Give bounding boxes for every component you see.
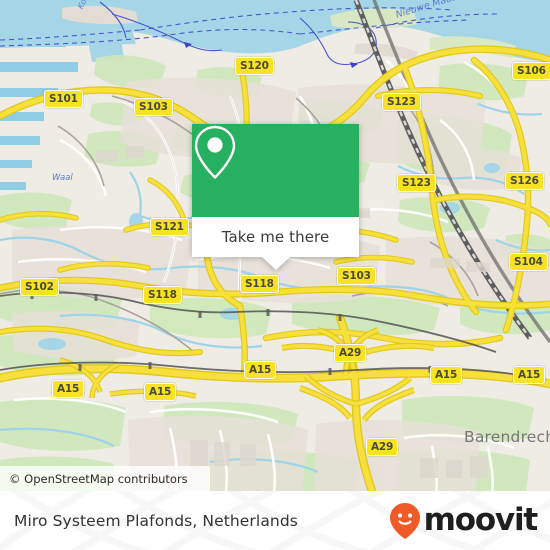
- page-footer: Miro Systeem Plafonds, Netherlands moovi…: [0, 491, 550, 550]
- take-me-there-label: Take me there: [221, 228, 330, 246]
- road-shield-s103-north: S103: [134, 98, 173, 116]
- road-shield-s123-north: S123: [382, 93, 421, 111]
- road-shield-a15-center: A15: [244, 361, 277, 379]
- road-shield-s123-south: S123: [397, 174, 436, 192]
- road-shield-s118-west: S118: [143, 286, 182, 304]
- map-attribution[interactable]: © OpenStreetMap contributors: [0, 466, 210, 491]
- road-shield-s102: S102: [20, 278, 59, 296]
- road-shield-s121: S121: [150, 218, 189, 236]
- road-shield-a15-west: A15: [52, 380, 85, 398]
- moovit-pin-icon: [389, 502, 420, 539]
- road-shield-s126: S126: [505, 172, 544, 190]
- road-shield-s106: S106: [512, 62, 550, 80]
- road-shield-s120: S120: [235, 57, 274, 75]
- road-shield-a15-east: A15: [430, 366, 463, 384]
- road-shield-s118-center: S118: [240, 275, 279, 293]
- location-popup[interactable]: Take me there: [192, 124, 359, 270]
- moovit-wordmark: moovit: [423, 502, 539, 538]
- road-shield-s103-center: S103: [337, 267, 376, 285]
- road-shield-s101: S101: [44, 90, 83, 108]
- attribution-text: © OpenStreetMap contributors: [9, 471, 188, 486]
- moovit-logo[interactable]: moovit: [389, 502, 539, 540]
- location-pin-icon: [194, 125, 236, 179]
- road-shield-a29-north: A29: [334, 344, 367, 362]
- popup-tail: [261, 257, 290, 270]
- moovit-map-page: Nieuwe Maas Waal Koningshaven Barendrech…: [0, 0, 550, 550]
- popup-header: [192, 124, 359, 217]
- road-shield-a15-midwest: A15: [144, 383, 177, 401]
- page-title: Miro Systeem Plafonds, Netherlands: [14, 511, 298, 530]
- road-shield-a29-south: A29: [366, 438, 399, 456]
- map-canvas[interactable]: Nieuwe Maas Waal Koningshaven Barendrech…: [0, 0, 550, 491]
- road-shield-s104: S104: [509, 253, 548, 271]
- popup-action-bar[interactable]: Take me there: [192, 217, 359, 257]
- road-shield-a15-fareast: A15: [513, 366, 546, 384]
